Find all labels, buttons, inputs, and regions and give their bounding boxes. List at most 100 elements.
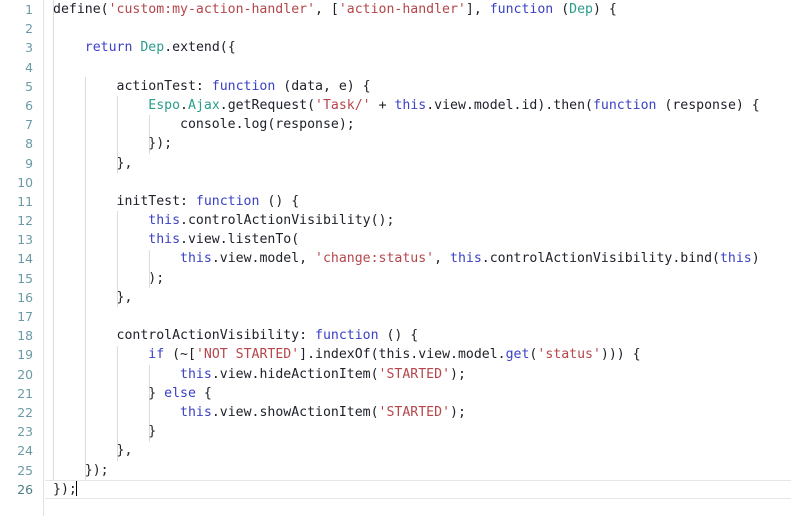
line-number: 24 xyxy=(17,443,33,459)
code-token-this: this xyxy=(719,251,752,267)
code-token-plain: ); xyxy=(450,404,466,420)
code-token-plain: ); xyxy=(53,270,165,286)
code-line[interactable]: return Dep.extend({ xyxy=(45,38,791,57)
line-number: 9 xyxy=(25,155,33,171)
code-content-area[interactable]: define('custom:my-action-handler', ['act… xyxy=(45,0,791,516)
code-line[interactable] xyxy=(45,307,791,326)
code-line[interactable]: this.view.hideActionItem('STARTED'); xyxy=(45,365,791,384)
line-number: 17 xyxy=(17,309,33,324)
code-line[interactable]: this.controlActionVisibility(); xyxy=(45,211,791,230)
code-token-kw: function xyxy=(195,193,260,209)
line-number: 23 xyxy=(17,424,33,440)
code-line[interactable]: this.view.model, 'change:status', this.c… xyxy=(45,249,791,268)
line-number: 12 xyxy=(17,213,33,229)
code-token-str: 'status' xyxy=(537,347,601,363)
code-token-kw: else xyxy=(164,385,196,401)
code-token-this: this xyxy=(180,366,212,382)
code-token-str: 'action-handler' xyxy=(338,2,466,17)
code-token-kw: return xyxy=(84,40,133,56)
line-number: 26 xyxy=(17,481,33,497)
code-line[interactable]: }, xyxy=(45,441,791,460)
code-token-plain: () { xyxy=(378,328,419,344)
code-line[interactable]: console.log(response); xyxy=(45,115,791,134)
code-line[interactable]: Espo.Ajax.getRequest('Task/' + this.view… xyxy=(45,96,791,115)
code-token-this: this xyxy=(394,97,427,113)
code-token-str: 'STARTED' xyxy=(378,366,451,382)
code-line[interactable]: } else { xyxy=(45,384,791,403)
code-token-kw: function xyxy=(592,97,657,113)
line-number: 3 xyxy=(25,40,33,56)
code-token-plain: () { xyxy=(259,193,300,209)
code-token-this: this xyxy=(148,232,181,248)
line-number: 4 xyxy=(25,59,33,75)
code-token-plain: + xyxy=(370,97,395,113)
code-line[interactable] xyxy=(45,19,791,38)
line-number-gutter: 1 2 3 4 5 6 7 8 9 10 11 12 13 14 15 16 17 18 19 20 21 22 23 24 2… xyxy=(0,0,44,516)
code-token-plain: ) xyxy=(751,251,760,267)
code-line[interactable]: this.view.showActionItem('STARTED'); xyxy=(45,403,791,422)
code-token-class: Dep xyxy=(140,40,165,56)
code-token-plain: .getRequest( xyxy=(219,97,316,113)
code-token-plain: ( xyxy=(553,2,570,17)
code-token-plain: .controlActionVisibility(); xyxy=(180,213,395,229)
code-token-plain: ))) { xyxy=(600,347,641,363)
code-token-plain: ].indexOf(this.view.model. xyxy=(299,347,506,363)
line-number: 22 xyxy=(17,404,33,420)
line-number: 1 xyxy=(25,2,33,17)
code-line[interactable]: this.view.listenTo( xyxy=(45,230,791,249)
code-line[interactable]: if (~['NOT STARTED'].indexOf(this.view.m… xyxy=(45,345,791,364)
code-token-plain: } xyxy=(53,385,165,401)
code-line[interactable]: initTest: function () { xyxy=(45,192,791,211)
code-line[interactable]: define('custom:my-action-handler', ['act… xyxy=(45,0,791,19)
line-number: 8 xyxy=(25,136,33,152)
code-line[interactable]: }); xyxy=(45,461,791,480)
code-line[interactable]: } xyxy=(45,422,791,441)
code-token-plain: .view.showActionItem( xyxy=(211,404,379,420)
code-token-plain: .view.model, xyxy=(211,251,316,267)
code-token-plain: }, xyxy=(53,289,133,305)
code-line[interactable]: controlActionVisibility: function () { xyxy=(45,326,791,345)
code-token-plain: (response) { xyxy=(656,97,760,113)
code-line[interactable]: ); xyxy=(45,269,791,288)
code-token-plain: }, xyxy=(53,443,133,459)
code-line[interactable]: }); xyxy=(45,479,791,499)
code-token-plain: , xyxy=(434,251,451,267)
code-token-plain: initTest: xyxy=(53,193,196,209)
text-cursor xyxy=(75,480,77,496)
line-number: 2 xyxy=(25,21,33,37)
code-token-plain: } xyxy=(53,424,157,440)
code-token-plain: }, xyxy=(53,155,133,171)
code-token-plain: actionTest: xyxy=(53,78,212,94)
code-token-plain: .view.hideActionItem( xyxy=(211,366,379,382)
code-line[interactable]: }); xyxy=(45,134,791,153)
code-line[interactable]: }, xyxy=(45,154,791,173)
code-token-plain: ) { xyxy=(592,2,617,17)
line-number: 21 xyxy=(17,385,33,401)
code-line[interactable]: }, xyxy=(45,288,791,307)
code-token-plain: .view.model.id).then( xyxy=(426,97,593,113)
line-number: 11 xyxy=(17,193,33,209)
line-number: 25 xyxy=(17,462,33,478)
code-editor[interactable]: 1 2 3 4 5 6 7 8 9 10 11 12 13 14 15 16 17 18 19 20 21 22 23 24 2… xyxy=(0,0,791,516)
line-number: 18 xyxy=(17,328,33,344)
code-token-kw: function xyxy=(315,328,379,344)
code-token-plain: }); xyxy=(53,462,109,478)
code-token-class: Dep xyxy=(569,2,593,17)
code-token-str: 'Task/' xyxy=(315,97,371,113)
line-number: 15 xyxy=(17,270,33,286)
code-token-plain: console.log(response); xyxy=(53,117,355,133)
code-line[interactable] xyxy=(45,58,791,77)
code-line[interactable] xyxy=(45,173,791,192)
code-line[interactable]: actionTest: function (data, e) { xyxy=(45,77,791,96)
code-token-kw: if xyxy=(148,347,165,363)
code-token-plain: }); xyxy=(53,481,77,497)
code-token-this: this xyxy=(180,404,212,420)
code-token-plain: }); xyxy=(53,136,173,152)
line-number: 5 xyxy=(25,78,33,94)
code-token-plain: controlActionVisibility: xyxy=(53,328,316,344)
